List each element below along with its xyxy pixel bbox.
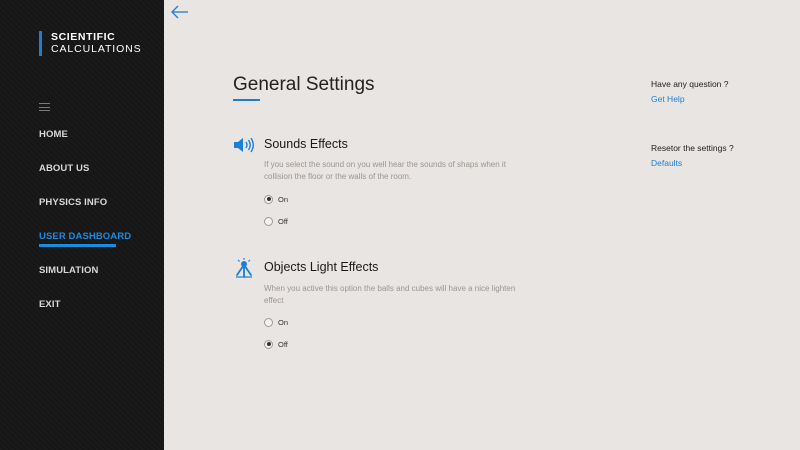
- logo-subtitle: CALCULATIONS: [51, 43, 142, 55]
- app-logo: SCIENTIFIC CALCULATIONS: [39, 31, 142, 56]
- sound-effects-description: If you select the sound on you well hear…: [264, 160, 506, 181]
- sidebar-item-simulation[interactable]: SIMULATION: [39, 265, 98, 277]
- logo-title: SCIENTIFIC: [51, 31, 116, 43]
- sound-on-radio[interactable]: [264, 194, 273, 204]
- help-question: Have any question ?: [651, 79, 729, 89]
- sound-on-option[interactable]: On: [264, 193, 288, 205]
- light-off-option[interactable]: Off: [264, 338, 288, 350]
- light-effects-description: When you active this option the balls an…: [264, 284, 516, 305]
- sidebar-item-home[interactable]: HOME: [39, 129, 68, 141]
- get-help-link[interactable]: Get Help: [651, 94, 685, 104]
- hamburger-menu-icon[interactable]: [39, 103, 50, 111]
- page-title: General Settings: [233, 74, 375, 95]
- light-effects-icon: [233, 257, 255, 279]
- sidebar-item-about-us[interactable]: ABOUT US: [39, 163, 89, 175]
- defaults-link[interactable]: Defaults: [651, 158, 682, 168]
- sidebar-item-user-dashboard[interactable]: USER DASHBOARD: [39, 231, 131, 243]
- light-on-label: On: [278, 317, 289, 327]
- title-underline: [233, 99, 260, 101]
- active-nav-indicator: [39, 244, 116, 247]
- reset-question: Resetor the settings ?: [651, 143, 734, 153]
- light-off-label: Off: [278, 339, 288, 349]
- light-on-option[interactable]: On: [264, 316, 288, 328]
- sound-on-label: On: [278, 194, 289, 204]
- sound-off-option[interactable]: Off: [264, 215, 288, 227]
- sidebar-item-physics-info[interactable]: PHYSICS INFO: [39, 197, 107, 209]
- sidebar: SCIENTIFIC CALCULATIONS HOME ABOUT US PH…: [0, 0, 164, 450]
- light-off-radio[interactable]: [264, 339, 273, 349]
- speaker-icon: [233, 134, 255, 156]
- sound-off-label: Off: [278, 216, 288, 226]
- sidebar-item-exit[interactable]: EXIT: [39, 299, 61, 311]
- light-effects-title: Objects Light Effects: [264, 260, 379, 274]
- back-arrow-icon[interactable]: [171, 5, 189, 19]
- sound-off-radio[interactable]: [264, 216, 273, 226]
- sound-effects-title: Sounds Effects: [264, 137, 348, 151]
- light-on-radio[interactable]: [264, 317, 273, 327]
